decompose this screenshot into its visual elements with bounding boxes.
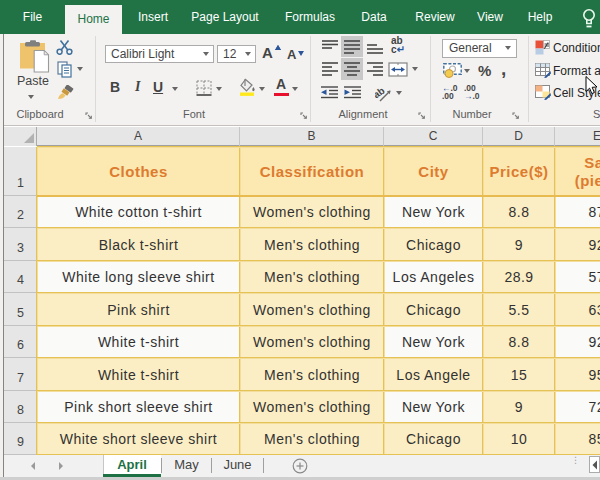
svg-text:ab: ab [375,85,387,101]
